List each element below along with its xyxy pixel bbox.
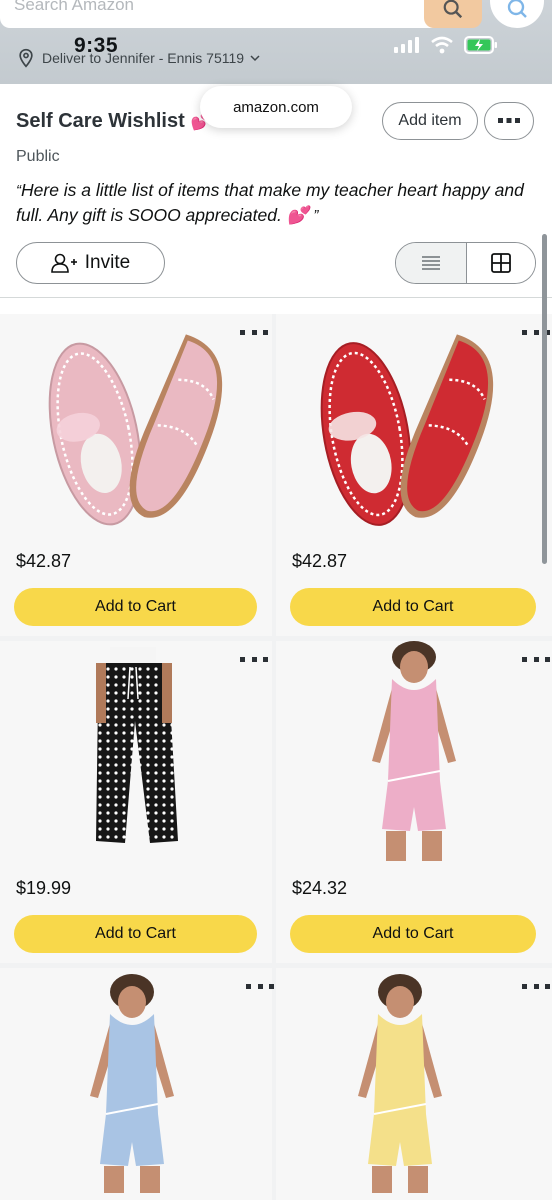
product-card[interactable]: $42.87 Add to Cart [0, 314, 272, 636]
product-card[interactable]: $24.32 Add to Cart [276, 641, 552, 963]
deliver-text: Deliver to Jennifer - Ennis 75119 [42, 50, 245, 66]
product-price: $19.99 [16, 878, 72, 898]
product-card[interactable]: $42.87 Add to Cart [276, 314, 552, 636]
wifi-icon [431, 36, 453, 54]
invite-button[interactable]: Invite [16, 242, 165, 284]
add-to-cart-button[interactable]: Add to Cart [290, 588, 536, 626]
add-item-button[interactable]: Add item [382, 102, 478, 140]
add-to-cart-button[interactable]: Add to Cart [14, 915, 257, 953]
cellular-signal-icon [394, 37, 419, 53]
url-pill[interactable]: amazon.com [200, 86, 352, 128]
product-card[interactable] [276, 968, 552, 1200]
more-dots-icon [498, 118, 520, 123]
invite-label: Invite [84, 252, 131, 273]
add-to-cart-button[interactable]: Add to Cart [290, 915, 536, 953]
search-button[interactable] [424, 0, 482, 28]
status-icons [394, 36, 498, 54]
wishlist-page: Self Care Wishlist 💕 Add item Public “He… [0, 84, 552, 1200]
view-toggle [395, 242, 536, 284]
search-box[interactable] [0, 0, 478, 28]
list-view-button[interactable] [396, 243, 466, 283]
grid-view-icon [490, 253, 511, 273]
camera-search-button[interactable] [490, 0, 544, 28]
header-divider [0, 297, 552, 298]
list-title: Self Care Wishlist 💕 [16, 110, 211, 133]
product-card[interactable] [0, 968, 274, 1200]
location-pin-icon [19, 48, 33, 68]
product-price: $24.32 [292, 878, 348, 898]
grid-view-button[interactable] [465, 243, 535, 283]
product-image[interactable] [276, 314, 552, 539]
product-image[interactable] [0, 968, 272, 1193]
chevron-down-icon [250, 55, 260, 62]
deliver-to-location[interactable]: Deliver to Jennifer - Ennis 75119 [16, 48, 260, 68]
product-image[interactable] [276, 641, 552, 866]
product-price: $42.87 [292, 551, 348, 571]
product-grid: $42.87 Add to Cart $42.87 Add to Cart $1… [0, 314, 552, 1200]
product-price: $42.87 [16, 551, 72, 571]
add-person-icon [50, 253, 77, 273]
close-quote: ” [313, 207, 319, 224]
product-image[interactable] [0, 641, 272, 866]
lens-icon [507, 0, 527, 18]
status-bar: 9:35 Deliver to Jennifer - Ennis 75119 [0, 0, 552, 84]
search-icon [443, 0, 463, 19]
list-more-options-button[interactable] [484, 102, 534, 140]
list-note: “Here is a little list of items that mak… [16, 178, 544, 228]
product-image[interactable] [276, 968, 552, 1193]
list-title-text: Self Care Wishlist [16, 110, 185, 132]
add-to-cart-button[interactable]: Add to Cart [14, 588, 257, 626]
battery-charging-icon [464, 36, 497, 54]
product-image[interactable] [0, 314, 272, 539]
product-card[interactable]: $19.99 Add to Cart [0, 641, 272, 963]
list-view-icon [421, 256, 440, 270]
list-privacy: Public [16, 148, 60, 165]
scrollbar[interactable] [542, 234, 547, 564]
search-input[interactable] [14, 0, 394, 24]
list-note-text: Here is a little list of items that make… [16, 180, 524, 225]
